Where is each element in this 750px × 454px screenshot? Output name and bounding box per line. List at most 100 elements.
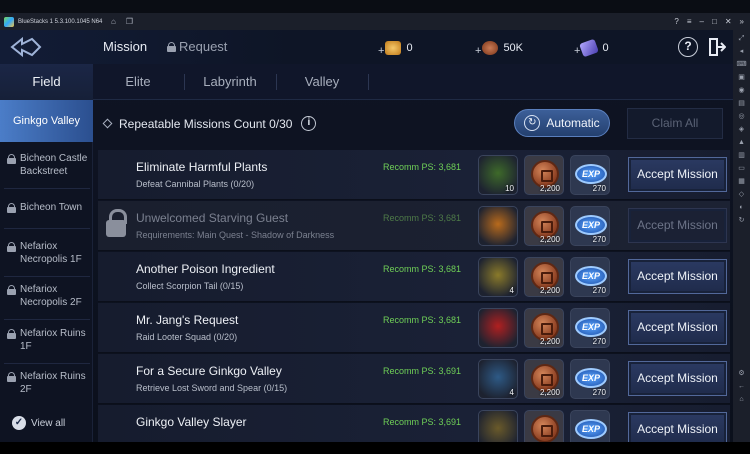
sidebar-item-bicheon-town[interactable]: Bicheon Town (0, 201, 93, 221)
currency-gold[interactable]: + 0 (378, 39, 413, 57)
tab-valley[interactable]: Valley (277, 64, 367, 100)
menu-icon[interactable]: ≡ (687, 17, 692, 26)
accept-mission-button[interactable]: Accept Mission (628, 157, 727, 192)
lock-icon (7, 154, 16, 164)
accept-mission-button[interactable]: Accept Mission (628, 208, 727, 243)
mission-row[interactable]: Unwelcomed Starving Guest Requirements: M… (98, 201, 730, 251)
collapse-sidebar-icon[interactable]: » (740, 17, 744, 26)
mission-row[interactable]: Another Poison Ingredient Collect Scorpio… (98, 252, 730, 302)
reward-item[interactable]: 10 (478, 155, 518, 195)
reward-item[interactable] (478, 410, 518, 442)
rotate-icon[interactable]: ↻ (739, 216, 745, 226)
reward-coin[interactable]: 2,200 (524, 308, 564, 348)
gamepad-icon[interactable]: ▥ (738, 151, 745, 161)
mission-panel: Repeatable Missions Count 0/30 i ↻ Autom… (94, 100, 733, 442)
multi-instance-icon[interactable]: ❐ (124, 17, 134, 26)
currency-crystal[interactable]: + 0 (574, 38, 609, 58)
sidebar-item-nefariox-necropolis-1f[interactable]: Nefariox Necropolis 1F (0, 240, 93, 270)
location-icon[interactable]: ◇ (739, 190, 744, 200)
tab-request[interactable]: Request (167, 39, 227, 54)
reward-coin[interactable] (524, 410, 564, 442)
divider (4, 276, 90, 277)
reward-exp[interactable]: EXP 270 (570, 308, 610, 348)
eco-mode-icon[interactable]: ▲ (738, 138, 745, 148)
tab-request-label: Request (179, 39, 228, 54)
sidebar-item-label: Nefariox Ruins 1F (20, 328, 86, 352)
minimize-icon[interactable]: – (700, 17, 704, 26)
apk-icon[interactable]: ▤ (738, 99, 745, 109)
close-icon[interactable]: ✕ (725, 17, 732, 26)
settings-icon[interactable]: ⚙ (738, 369, 744, 379)
help-icon[interactable]: ? (674, 17, 678, 26)
mission-row[interactable]: Ginkgo Valley Slayer Recomm PS: 3,691 EXP A… (98, 405, 730, 442)
back-nav-icon[interactable]: ← (738, 382, 745, 392)
exit-icon[interactable] (708, 37, 727, 57)
accept-mission-button[interactable]: Accept Mission (628, 259, 727, 294)
reward-coin[interactable]: 2,200 (524, 257, 564, 297)
tab-mission[interactable]: Mission (103, 39, 147, 54)
reward-coin-count: 2,200 (539, 184, 560, 193)
maximize-icon[interactable]: □ (712, 17, 717, 26)
sidebar-item-ginkgo-valley[interactable]: Ginkgo Valley (0, 100, 93, 142)
sync-icon[interactable]: ◈ (739, 125, 744, 135)
mission-row[interactable]: For a Secure Ginkgo Valley Retrieve Lost … (98, 354, 730, 404)
category-tabs: Field Elite Labyrinth Valley (0, 64, 733, 100)
tab-labyrinth[interactable]: Labyrinth (185, 64, 275, 100)
divider (4, 319, 90, 320)
back-arrow-icon[interactable] (8, 35, 44, 59)
tab-elite[interactable]: Elite (93, 64, 183, 100)
sidebar-item-nefariox-ruins-1f[interactable]: Nefariox Ruins 1F (0, 327, 93, 357)
home-icon[interactable]: ⌂ (108, 17, 118, 26)
accept-mission-button[interactable]: Accept Mission (628, 310, 727, 345)
emulator-side-toolbar: ⤢ ◂ ⌨ ▣ ◉ ▤ ◎ ◈ ▲ ▥ ▭ ▦ ◇ ◐ ↻ ⚙ ← ⌂ (733, 30, 750, 442)
tab-field[interactable]: Field (0, 64, 93, 100)
exp-icon: EXP (575, 164, 607, 184)
reward-coin[interactable]: 2,200 (524, 359, 564, 399)
tab-divider (368, 74, 369, 90)
volume-icon[interactable]: ◂ (740, 47, 744, 57)
fullscreen-icon[interactable]: ⤢ (739, 34, 745, 44)
reward-item-count: 10 (505, 184, 514, 193)
coin-icon (531, 415, 559, 442)
reward-exp[interactable]: EXP (570, 410, 610, 442)
reward-exp[interactable]: EXP 270 (570, 257, 610, 297)
reward-coin-count: 2,200 (539, 337, 560, 346)
mission-objective: Raid Looter Squad (0/20) (136, 332, 238, 342)
keyboard-icon[interactable]: ⌨ (736, 60, 746, 70)
reward-exp[interactable]: EXP 270 (570, 359, 610, 399)
accept-mission-button[interactable]: Accept Mission (628, 361, 727, 396)
home-nav-icon[interactable]: ⌂ (739, 395, 743, 405)
mission-title: Unwelcomed Starving Guest (136, 211, 289, 225)
automatic-button[interactable]: ↻ Automatic (514, 109, 610, 137)
emulator-title: BlueStacks 1 5.3.100.1045 N64 (18, 18, 103, 25)
folder-icon[interactable]: ▭ (738, 164, 745, 174)
macro-icon[interactable]: ◎ (738, 112, 744, 122)
sidebar-item-nefariox-necropolis-2f[interactable]: Nefariox Necropolis 2F (0, 283, 93, 313)
currency-coin[interactable]: + 50K (475, 39, 523, 57)
mission-row[interactable]: Mr. Jang's Request Raid Looter Squad (0/2… (98, 303, 730, 353)
mission-row[interactable]: Eliminate Harmful Plants Defeat Cannibal … (98, 150, 730, 200)
view-all-toggle[interactable]: ✓ View all (12, 416, 65, 430)
screenshot-icon[interactable]: ▦ (738, 177, 745, 187)
mission-objective: Collect Scorpion Tail (0/15) (136, 281, 244, 291)
claim-all-button[interactable]: Claim All (627, 108, 723, 139)
sidebar-item-nefariox-ruins-2f[interactable]: Nefariox Ruins 2F (0, 370, 93, 400)
reward-item[interactable]: 4 (478, 257, 518, 297)
reward-exp[interactable]: EXP 270 (570, 155, 610, 195)
screen-record-icon[interactable]: ▣ (738, 73, 745, 83)
reward-item[interactable] (478, 206, 518, 246)
mission-title: For a Secure Ginkgo Valley (136, 364, 282, 378)
shake-icon[interactable]: ◐ (739, 203, 743, 213)
reward-item[interactable] (478, 308, 518, 348)
help-button[interactable]: ? (678, 37, 698, 57)
reward-item[interactable]: 4 (478, 359, 518, 399)
camera-icon[interactable]: ◉ (738, 86, 744, 96)
reward-coin[interactable]: 2,200 (524, 155, 564, 195)
reward-coin[interactable]: 2,200 (524, 206, 564, 246)
accept-mission-button[interactable]: Accept Mission (628, 412, 727, 442)
info-icon[interactable]: i (301, 116, 317, 131)
reward-exp[interactable]: EXP 270 (570, 206, 610, 246)
sidebar-item-bicheon-castle-backstreet[interactable]: Bicheon Castle Backstreet (0, 152, 93, 182)
reward-item-count: 4 (509, 388, 514, 397)
recommended-power: Recomm PS: 3,681 (383, 264, 462, 274)
